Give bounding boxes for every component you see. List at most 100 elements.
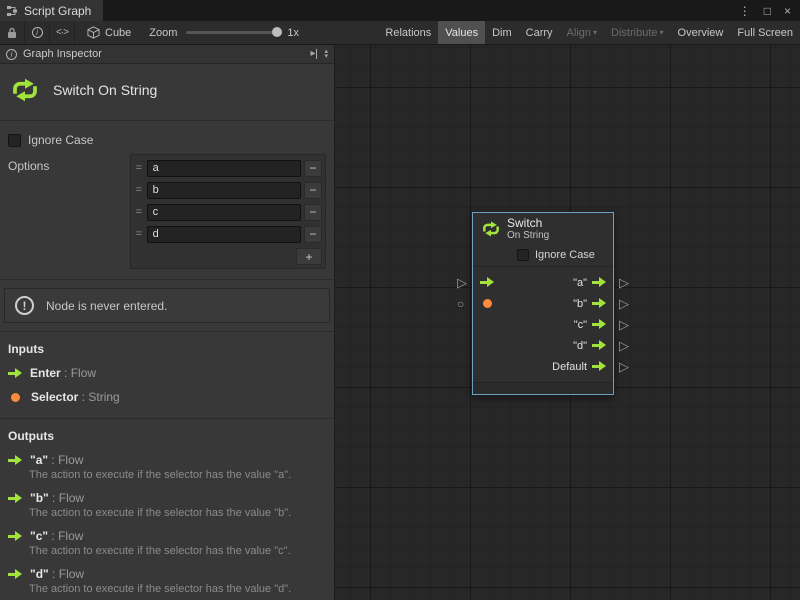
zoom-label: Zoom: [149, 27, 177, 39]
output-label: Default: [552, 361, 587, 373]
code-view-button[interactable]: <·>: [50, 21, 75, 44]
flow-arrow-icon: [8, 368, 22, 379]
graph-inspector-title: Graph Inspector: [23, 48, 102, 60]
flow-arrow-icon: [592, 277, 606, 288]
port-description: The action to execute if the selector ha…: [29, 583, 326, 595]
port-name: "c": [30, 529, 48, 543]
tab-title: Script Graph: [24, 4, 91, 18]
list-item: = −: [133, 201, 323, 223]
graph-target-selector[interactable]: Cube: [75, 26, 143, 39]
flow-arrow-icon: [592, 319, 606, 330]
node-subtitle: On String: [507, 230, 549, 241]
align-button[interactable]: Align ▾: [560, 21, 604, 44]
carry-button[interactable]: Carry: [519, 21, 560, 44]
port-name: "a": [30, 453, 48, 467]
flow-arrow-icon: [592, 361, 606, 372]
separator: :: [49, 567, 59, 581]
switch-icon: [481, 219, 501, 239]
option-input-2[interactable]: [147, 204, 301, 221]
graph-canvas[interactable]: Switch On String Ignore Case "a": [335, 45, 800, 600]
window-maximize-icon[interactable]: □: [764, 4, 771, 18]
info-button[interactable]: i: [25, 21, 50, 44]
graph-inspector-panel: i Graph Inspector ▸ ▴ ▾ Switch On String: [0, 45, 335, 600]
warning-icon: !: [15, 296, 34, 315]
lock-button[interactable]: [0, 21, 25, 44]
output-port-c[interactable]: ▷: [619, 317, 629, 332]
dim-button[interactable]: Dim: [485, 21, 519, 44]
page-title: Switch On String: [53, 82, 157, 98]
remove-option-button[interactable]: −: [304, 182, 322, 199]
flow-arrow-icon: [8, 455, 22, 466]
port-name: Selector: [31, 390, 78, 404]
option-input-0[interactable]: [147, 160, 301, 177]
script-graph-icon: [6, 5, 18, 17]
add-option-button[interactable]: +: [296, 248, 322, 265]
node-divider: [473, 266, 613, 267]
list-item: = −: [133, 223, 323, 245]
warning-box: ! Node is never entered.: [4, 288, 330, 323]
separator: :: [78, 390, 88, 404]
chevron-down-icon: ▾: [660, 28, 664, 37]
graph-inspector-header: i Graph Inspector ▸ ▴ ▾: [0, 45, 334, 64]
output-port-a[interactable]: ▷: [619, 275, 629, 290]
output-port-d[interactable]: ▷: [619, 338, 629, 353]
panel-spinner[interactable]: ▴ ▾: [324, 49, 328, 59]
drag-handle-icon[interactable]: =: [134, 228, 144, 240]
distribute-button[interactable]: Distribute ▾: [604, 21, 670, 44]
port-description: The action to execute if the selector ha…: [29, 507, 326, 519]
window-menu-icon[interactable]: ⋮: [739, 4, 751, 18]
node-port-row: "d": [480, 335, 606, 356]
drag-handle-icon[interactable]: =: [134, 162, 144, 174]
unit-settings: Ignore Case Options = − = −: [0, 121, 334, 279]
flow-arrow-icon: [592, 298, 606, 309]
selector-port[interactable]: ○: [457, 297, 464, 312]
output-port-b[interactable]: ▷: [619, 296, 629, 311]
window-titlebar: Script Graph ⋮ □ ×: [0, 0, 800, 21]
overview-button[interactable]: Overview: [671, 21, 731, 44]
enter-port[interactable]: ▷: [457, 275, 467, 290]
input-port-selector: Selector : String: [8, 390, 326, 404]
node-header: Switch On String: [473, 213, 613, 245]
output-port-c: "c" : Flow: [8, 529, 326, 543]
node-ports: "a" "b" "c" "d": [473, 269, 613, 380]
remove-option-button[interactable]: −: [304, 204, 322, 221]
window-close-icon[interactable]: ×: [784, 4, 791, 18]
warning-text: Node is never entered.: [46, 299, 167, 313]
inputs-section: Inputs Enter : Flow Selector : String: [0, 331, 334, 418]
ignore-case-checkbox[interactable]: [8, 134, 21, 147]
outputs-title: Outputs: [8, 429, 326, 443]
tab-script-graph[interactable]: Script Graph: [0, 0, 103, 21]
separator: :: [61, 366, 71, 380]
flow-arrow-icon: [8, 493, 22, 504]
flow-arrow-icon: [592, 340, 606, 351]
node-port-row: "a": [480, 272, 606, 293]
fullscreen-button[interactable]: Full Screen: [730, 21, 800, 44]
zoom-slider-handle[interactable]: [272, 27, 282, 37]
output-port-default[interactable]: ▷: [619, 359, 629, 374]
option-input-1[interactable]: [147, 182, 301, 199]
option-input-3[interactable]: [147, 226, 301, 243]
options-label: Options: [8, 154, 49, 173]
drag-handle-icon[interactable]: =: [134, 206, 144, 218]
code-view-icon: <·>: [56, 27, 68, 38]
zoom-value: 1x: [287, 27, 299, 39]
remove-option-button[interactable]: −: [304, 160, 322, 177]
port-type: Flow: [71, 366, 96, 380]
dock-icon[interactable]: ▸: [310, 49, 317, 59]
port-type: String: [88, 390, 119, 404]
drag-handle-icon[interactable]: =: [134, 184, 144, 196]
flow-arrow-icon: [8, 531, 22, 542]
port-description: The action to execute if the selector ha…: [29, 469, 326, 481]
port-type: Flow: [59, 491, 84, 505]
values-button[interactable]: Values: [438, 21, 485, 44]
ignore-case-label: Ignore Case: [28, 133, 93, 147]
relations-button[interactable]: Relations: [378, 21, 438, 44]
remove-option-button[interactable]: −: [304, 226, 322, 243]
node-ignore-case-checkbox[interactable]: [517, 249, 529, 261]
zoom-control: Zoom 1x: [143, 27, 299, 39]
switch-node[interactable]: Switch On String Ignore Case "a": [472, 212, 614, 395]
output-label: "c": [574, 319, 587, 331]
zoom-slider[interactable]: [186, 31, 278, 34]
separator: :: [48, 529, 58, 543]
inputs-title: Inputs: [8, 342, 326, 356]
